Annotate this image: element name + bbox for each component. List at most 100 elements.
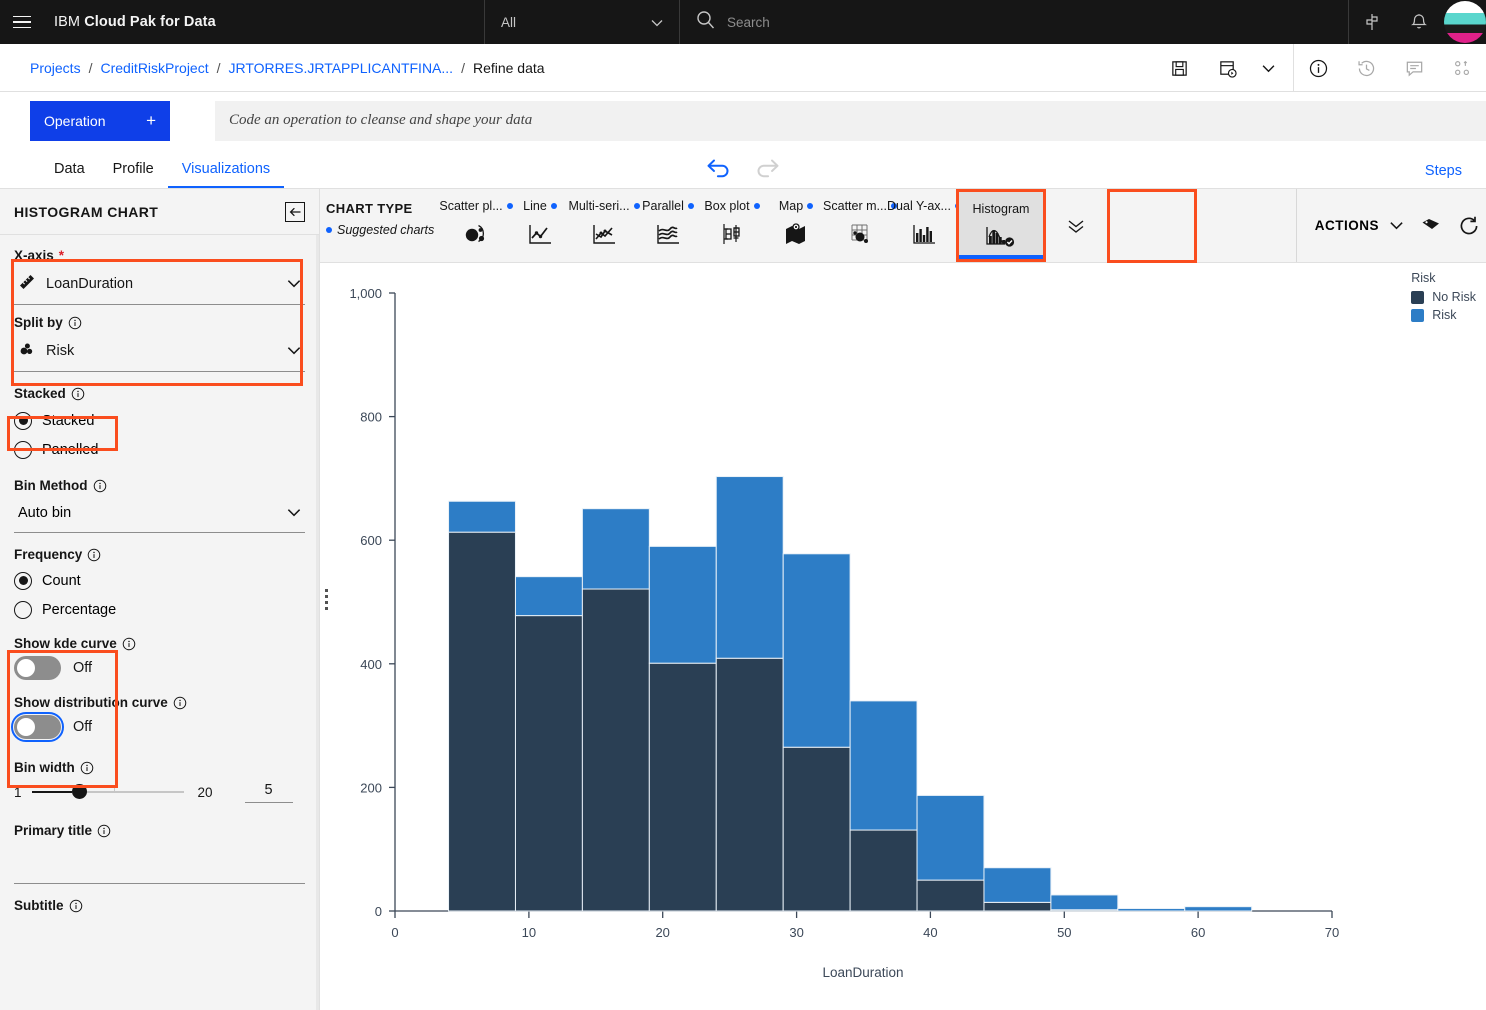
actions-button[interactable]: ACTIONS (1315, 218, 1404, 233)
chevron-down-icon (1389, 218, 1404, 233)
bar-segment-no-risk[interactable] (916, 879, 985, 912)
breadcrumb-item-projects[interactable]: Projects (30, 60, 81, 76)
hamburger-icon[interactable] (0, 0, 44, 44)
dual-y-axes-icon (910, 221, 938, 252)
actions-label: ACTIONS (1314, 218, 1379, 233)
bin-width-input[interactable]: 5 (244, 782, 293, 803)
show-kde-curve-toggle[interactable] (14, 656, 61, 680)
bar-segment-risk[interactable] (448, 500, 516, 533)
tab-visualizations[interactable]: Visualizations (167, 161, 285, 188)
chart-type-parallel[interactable]: Parallel (636, 189, 700, 262)
operation-bar: Operation + Code an operation to cleanse… (0, 92, 1486, 149)
box-plot-icon (718, 221, 746, 252)
history-icon[interactable] (1342, 44, 1390, 92)
information-icon[interactable] (173, 696, 187, 710)
radio-count[interactable]: Count (14, 566, 305, 595)
information-icon[interactable] (87, 548, 101, 562)
reset-icon[interactable] (1458, 215, 1480, 237)
bar-segment-risk[interactable] (849, 700, 918, 831)
bar-segment-risk[interactable] (514, 576, 583, 617)
information-icon[interactable] (71, 387, 85, 401)
bar-segment-no-risk[interactable] (849, 829, 918, 912)
bar-segment-no-risk[interactable] (648, 662, 717, 912)
tab-profile[interactable]: Profile (99, 161, 168, 188)
bin-method-select[interactable]: Auto bin (14, 493, 305, 533)
radio-percentage[interactable]: Percentage (14, 595, 305, 624)
information-icon[interactable] (69, 899, 83, 913)
bar-segment-no-risk[interactable] (782, 746, 851, 912)
bar-segment-risk[interactable] (1050, 894, 1119, 911)
radio-stacked[interactable]: Stacked (14, 406, 305, 435)
chart-type-line[interactable]: Line (508, 189, 572, 262)
information-icon[interactable] (97, 824, 111, 838)
notification-bell-icon[interactable] (1395, 0, 1442, 44)
steps-link[interactable]: Steps (1425, 163, 1462, 179)
radio-count-label: Count (42, 572, 81, 589)
information-icon[interactable] (122, 637, 136, 651)
breadcrumb-item-asset[interactable]: JRTORRES.JRTAPPLICANTFINA... (229, 60, 454, 76)
svg-text:30: 30 (789, 925, 803, 940)
show-distribution-curve-toggle[interactable] (11, 712, 64, 742)
chart-type-scatter-matrix[interactable]: Scatter m... (823, 189, 897, 262)
undo-icon[interactable] (705, 156, 733, 183)
add-operation-button[interactable]: Operation + (30, 100, 170, 141)
save-icon[interactable] (1155, 44, 1203, 92)
chevron-double-down-icon[interactable] (1046, 189, 1106, 262)
tab-data[interactable]: Data (40, 161, 99, 188)
chart-type-dual-y-axes[interactable]: Dual Y-ax... (887, 189, 961, 262)
chart-type-scatter-plot[interactable]: Scatter pl... (439, 189, 513, 262)
radio-percentage-label: Percentage (42, 601, 117, 618)
search-scope-select[interactable]: All (484, 0, 680, 44)
collapse-panel-icon[interactable] (285, 201, 305, 222)
bar-segment-risk[interactable] (715, 476, 784, 659)
subtitle-label-text: Subtitle (14, 898, 64, 913)
chart-type-multi-series[interactable]: Multi-seri... (568, 189, 640, 262)
tag-icon[interactable] (1420, 216, 1442, 236)
global-search[interactable]: Search (680, 0, 1376, 44)
chevron-down-icon[interactable] (1251, 44, 1285, 92)
bar-segment-no-risk[interactable] (715, 657, 784, 912)
split-by-select[interactable]: Risk (14, 330, 305, 372)
information-icon[interactable] (68, 316, 82, 330)
bar-segment-risk[interactable] (916, 794, 985, 881)
bar-segment-no-risk[interactable] (581, 588, 650, 912)
histogram-bars[interactable] (448, 476, 1253, 912)
bar-segment-no-risk[interactable] (983, 901, 1052, 912)
primary-title-input[interactable] (14, 838, 305, 884)
panel-resize-handle[interactable] (325, 583, 328, 617)
legend-item-risk[interactable]: Risk (1411, 308, 1476, 322)
information-icon[interactable] (93, 479, 107, 493)
suggested-dot-icon (807, 203, 814, 209)
radio-panelled[interactable]: Panelled (14, 435, 305, 464)
redo-icon[interactable] (753, 156, 781, 183)
svg-text:60: 60 (1191, 925, 1205, 940)
search-icon (696, 10, 715, 34)
information-icon[interactable] (1294, 44, 1342, 92)
run-icon[interactable] (1203, 44, 1251, 92)
chart-type-histogram[interactable]: Histogram (956, 189, 1046, 262)
bar-segment-risk[interactable] (1184, 906, 1253, 912)
comment-icon[interactable] (1390, 44, 1438, 92)
legend-item-no-risk[interactable]: No Risk (1411, 290, 1476, 304)
chart-type-label: Box plot (704, 199, 750, 213)
breadcrumb-item-project[interactable]: CreditRiskProject (100, 60, 208, 76)
information-icon[interactable] (80, 761, 94, 775)
bar-segment-risk[interactable] (581, 508, 650, 590)
kde-label: Show kde curve (14, 636, 305, 651)
bar-segment-risk[interactable] (1117, 908, 1186, 912)
slider-handle[interactable] (71, 784, 87, 799)
bar-segment-no-risk[interactable] (448, 531, 516, 912)
chart-type-map[interactable]: Map (764, 189, 828, 262)
chart-type-box-plot[interactable]: Box plot (700, 189, 764, 262)
switcher-icon[interactable] (1348, 0, 1395, 44)
operation-code-input[interactable]: Code an operation to cleanse and shape y… (215, 100, 1486, 141)
bin-width-slider[interactable] (31, 784, 184, 799)
panel-scrollbar[interactable] (316, 235, 319, 1010)
bar-segment-risk[interactable] (782, 553, 851, 748)
bar-segment-risk[interactable] (983, 867, 1052, 903)
bar-segment-no-risk[interactable] (514, 615, 583, 912)
search-input[interactable]: Search (727, 15, 770, 30)
shortcuts-icon[interactable] (1438, 44, 1486, 92)
user-avatar[interactable] (1444, 1, 1486, 43)
bar-segment-risk[interactable] (648, 545, 717, 664)
